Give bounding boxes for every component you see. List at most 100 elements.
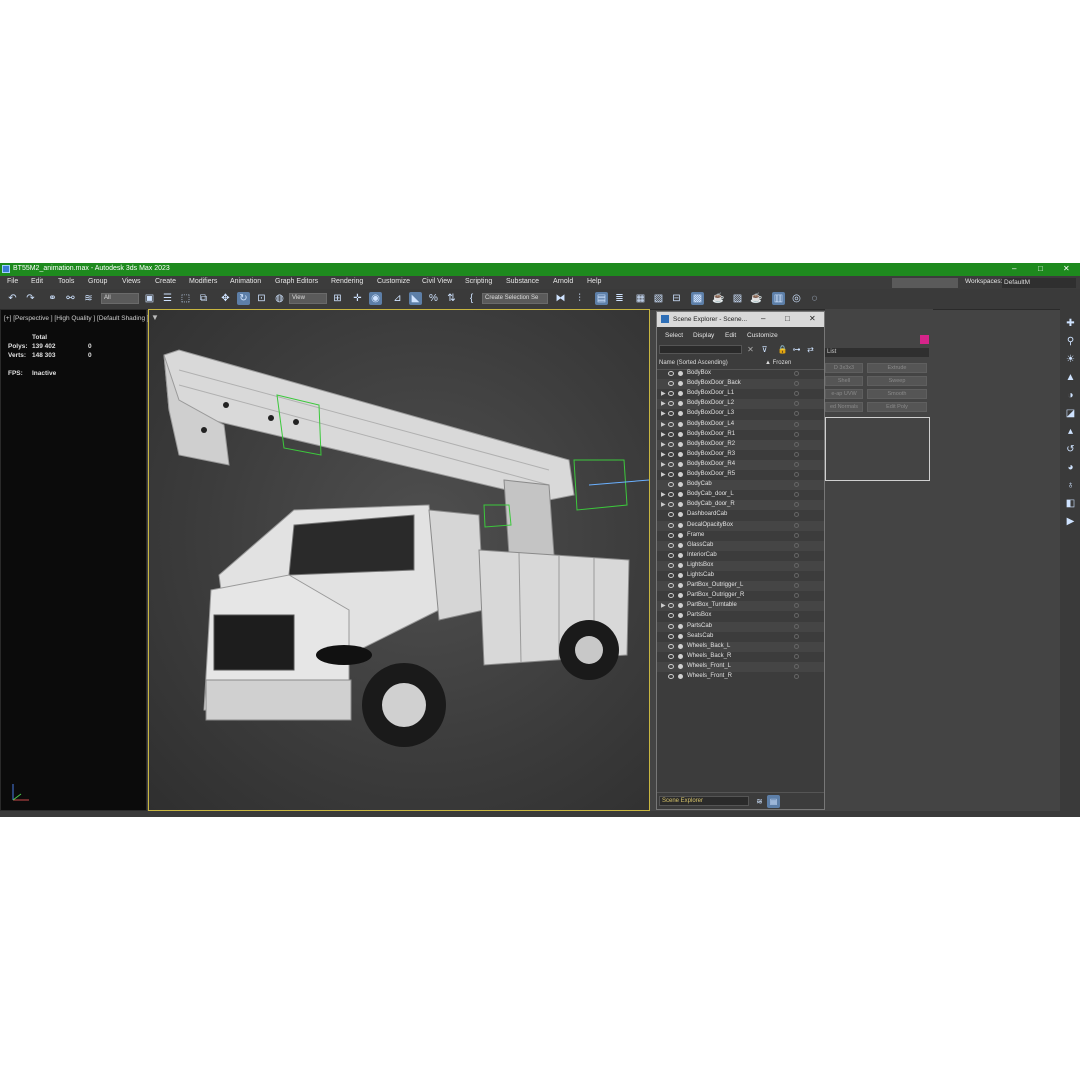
- frozen-toggle-icon[interactable]: [794, 643, 799, 649]
- visibility-eye-icon[interactable]: [668, 381, 674, 387]
- truck-model[interactable]: [149, 310, 649, 810]
- expand-arrow-icon[interactable]: ▶: [661, 421, 666, 428]
- hierarchy-icon[interactable]: ⊶: [790, 343, 803, 356]
- select-manipulate-icon[interactable]: ✛: [351, 292, 364, 305]
- create-panel-icon[interactable]: ✚: [1064, 317, 1077, 330]
- frozen-toggle-icon[interactable]: [794, 653, 799, 659]
- redo-icon[interactable]: ↷: [24, 292, 37, 305]
- sign-in-box[interactable]: [892, 278, 958, 288]
- menu-customize[interactable]: Customize: [377, 278, 410, 285]
- modifier-stack[interactable]: [825, 417, 930, 481]
- visibility-eye-icon[interactable]: [668, 674, 674, 679]
- list-item[interactable]: Frame: [657, 531, 824, 541]
- visibility-eye-icon[interactable]: [668, 573, 674, 578]
- list-item[interactable]: BodyBox: [657, 369, 824, 379]
- arnold-render-icon[interactable]: ◌: [808, 292, 821, 305]
- maximize-button[interactable]: □: [1038, 264, 1043, 273]
- schematic-view-icon[interactable]: ⊟: [670, 292, 683, 305]
- visibility-eye-icon[interactable]: [668, 593, 674, 599]
- unlink-icon[interactable]: ⚯: [64, 292, 77, 305]
- visibility-eye-icon[interactable]: [668, 532, 674, 538]
- move-icon[interactable]: ✥: [219, 292, 232, 305]
- visibility-eye-icon[interactable]: [668, 643, 674, 649]
- modifier-list-select[interactable]: List: [825, 348, 929, 357]
- visibility-eye-icon[interactable]: [668, 401, 674, 407]
- expand-arrow-icon[interactable]: ▶: [661, 461, 666, 468]
- selection-filter-select[interactable]: All: [101, 293, 139, 304]
- material-editor-icon[interactable]: ▩: [691, 292, 704, 305]
- frozen-toggle-icon[interactable]: [794, 552, 799, 558]
- menu-modifiers[interactable]: Modifiers: [189, 278, 217, 285]
- frozen-toggle-icon[interactable]: [794, 472, 799, 477]
- placement-icon[interactable]: ◍: [273, 292, 286, 305]
- bind-spacewarp-icon[interactable]: ≋: [82, 292, 95, 305]
- frozen-toggle-icon[interactable]: [794, 532, 799, 538]
- frozen-toggle-icon[interactable]: [794, 381, 799, 387]
- link-icon[interactable]: ⚭: [46, 292, 59, 305]
- explorer-type-select[interactable]: Scene Explorer: [659, 796, 749, 806]
- visibility-eye-icon[interactable]: [668, 411, 674, 417]
- perspective-viewport[interactable]: ▼: [148, 309, 650, 811]
- frozen-toggle-icon[interactable]: [794, 633, 799, 639]
- frozen-toggle-icon[interactable]: [794, 663, 799, 669]
- list-item[interactable]: GlassCab: [657, 540, 824, 551]
- visibility-eye-icon[interactable]: [668, 391, 674, 397]
- align-icon[interactable]: ⫶: [573, 292, 586, 305]
- visibility-eye-icon[interactable]: [668, 623, 674, 629]
- mirror-icon[interactable]: ⧓: [554, 292, 567, 305]
- menu-tools[interactable]: Tools: [58, 278, 74, 285]
- se-maximize-button[interactable]: □: [785, 314, 790, 323]
- expand-arrow-icon[interactable]: ▶: [661, 491, 666, 498]
- visibility-eye-icon[interactable]: [668, 562, 674, 568]
- frozen-toggle-icon[interactable]: [794, 502, 799, 508]
- list-item[interactable]: LightsBox: [657, 560, 824, 571]
- snaps-toggle-icon[interactable]: ⊿: [391, 292, 404, 305]
- frozen-toggle-icon[interactable]: [794, 512, 799, 518]
- object-mode-icon[interactable]: ▤: [767, 795, 780, 808]
- helper-icon[interactable]: ◑: [1064, 389, 1077, 402]
- visibility-eye-icon[interactable]: [668, 653, 674, 659]
- list-item[interactable]: ▶ BodyBoxDoor_L3: [657, 409, 824, 419]
- list-item[interactable]: SeatsCab: [657, 632, 824, 642]
- window-crossing-icon[interactable]: ⧉: [197, 292, 210, 305]
- expand-arrow-icon[interactable]: ▶: [661, 431, 666, 438]
- frozen-toggle-icon[interactable]: [794, 492, 799, 498]
- expand-arrow-icon[interactable]: ▶: [661, 400, 666, 407]
- frozen-toggle-icon[interactable]: [794, 674, 799, 679]
- expand-arrow-icon[interactable]: ▶: [661, 441, 666, 448]
- visibility-eye-icon[interactable]: [668, 421, 674, 427]
- undo-icon[interactable]: ↶: [6, 292, 19, 305]
- menu-views[interactable]: Views: [122, 278, 141, 285]
- list-item[interactable]: ▶ PartBox_Turntable: [657, 601, 824, 612]
- scene-explorer-toggle-icon[interactable]: ▤: [595, 292, 608, 305]
- modifier-button-shell[interactable]: Shell: [825, 376, 863, 386]
- list-item[interactable]: ▶ BodyBoxDoor_R2: [657, 439, 824, 450]
- list-item[interactable]: Wheels_Back_L: [657, 641, 824, 652]
- frozen-toggle-icon[interactable]: [794, 441, 799, 447]
- render-setup-icon[interactable]: ☕: [712, 292, 725, 305]
- minimize-button[interactable]: –: [1012, 264, 1016, 273]
- visibility-eye-icon[interactable]: [668, 512, 674, 518]
- visibility-eye-icon[interactable]: [668, 451, 674, 457]
- object-color-swatch[interactable]: [920, 335, 929, 344]
- visibility-eye-icon[interactable]: [668, 522, 674, 528]
- se-menu-edit[interactable]: Edit: [725, 332, 736, 339]
- list-item[interactable]: ▶ BodyCab_door_R: [657, 500, 824, 511]
- edit-named-selection-icon[interactable]: {: [465, 292, 478, 305]
- visibility-eye-icon[interactable]: [668, 633, 674, 639]
- layer-explorer-icon[interactable]: ≣: [613, 292, 626, 305]
- menu-substance[interactable]: Substance: [506, 278, 539, 285]
- lock-icon[interactable]: 🔒: [776, 343, 789, 356]
- pivot-center-icon[interactable]: ⊞: [331, 292, 344, 305]
- visibility-eye-icon[interactable]: [668, 583, 674, 589]
- visibility-eye-icon[interactable]: [668, 542, 674, 548]
- list-item[interactable]: BodyBoxDoor_Back: [657, 379, 824, 390]
- modifier-button-sweep[interactable]: Sweep: [867, 376, 927, 386]
- frozen-toggle-icon[interactable]: [794, 461, 799, 467]
- keyboard-shortcut-icon[interactable]: ◉: [369, 292, 382, 305]
- bulb-icon[interactable]: ♁: [1064, 479, 1077, 492]
- menu-edit[interactable]: Edit: [31, 278, 43, 285]
- visibility-eye-icon[interactable]: [668, 441, 674, 447]
- lights-icon[interactable]: ⚲: [1064, 335, 1077, 348]
- frozen-toggle-icon[interactable]: [794, 542, 799, 548]
